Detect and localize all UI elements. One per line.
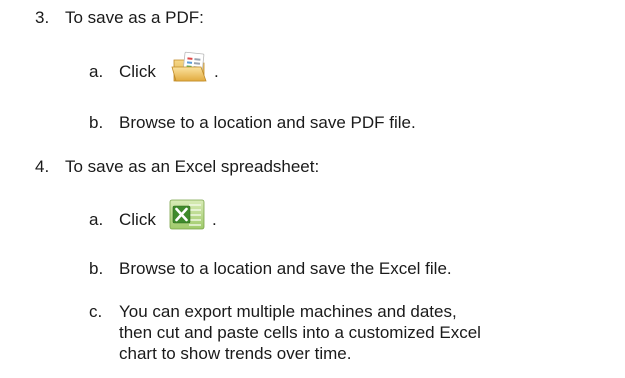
substep-letter: b. bbox=[89, 259, 104, 278]
substep-text: Browse to a location and save the Excel … bbox=[119, 259, 452, 278]
substep-letter: a. bbox=[89, 62, 104, 81]
step-text: To save as a PDF: bbox=[65, 8, 204, 27]
substep-letter: c. bbox=[89, 302, 103, 321]
substep-text: Click bbox=[119, 210, 156, 229]
substep-text: Browse to a location and save PDF file. bbox=[119, 113, 416, 132]
substep-letter: a. bbox=[89, 210, 104, 229]
step-number: 4. bbox=[35, 157, 50, 176]
substep-letter: b. bbox=[89, 113, 104, 132]
substep-text-line-2: then cut and paste cells into a customiz… bbox=[119, 323, 481, 342]
substep-suffix: . bbox=[214, 62, 219, 81]
substep-text-line-3: chart to show trends over time. bbox=[119, 344, 352, 363]
substep-text-line-1: You can export multiple machines and dat… bbox=[119, 302, 457, 321]
excel-export-icon bbox=[167, 197, 209, 236]
step-text: To save as an Excel spreadsheet: bbox=[65, 157, 320, 176]
step-number: 3. bbox=[35, 8, 50, 27]
substep-suffix: . bbox=[212, 210, 217, 229]
folder-pdf-icon bbox=[170, 50, 212, 89]
substep-text: Click bbox=[119, 62, 156, 81]
